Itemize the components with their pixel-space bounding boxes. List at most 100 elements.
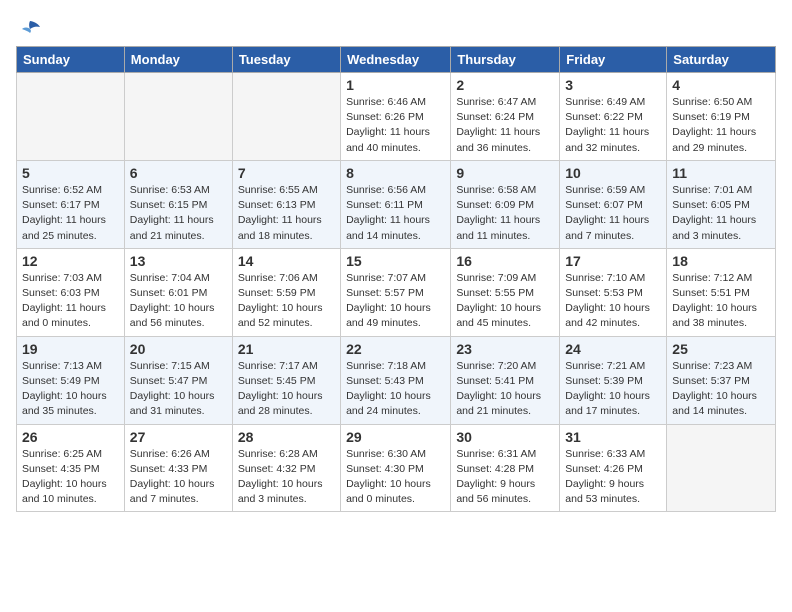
calendar-day-cell: 17 Sunrise: 7:10 AM Sunset: 5:53 PM Dayli… bbox=[560, 248, 667, 336]
calendar-day-cell: 23 Sunrise: 7:20 AM Sunset: 5:41 PM Dayli… bbox=[451, 336, 560, 424]
day-info: Sunrise: 6:25 AM Sunset: 4:35 PM Dayligh… bbox=[22, 447, 119, 508]
day-info: Sunrise: 7:15 AM Sunset: 5:47 PM Dayligh… bbox=[130, 359, 227, 420]
logo bbox=[16, 16, 42, 40]
day-of-week-header: Tuesday bbox=[232, 47, 340, 73]
calendar-day-cell: 8 Sunrise: 6:56 AM Sunset: 6:11 PM Daylig… bbox=[341, 160, 451, 248]
day-info: Sunrise: 6:30 AM Sunset: 4:30 PM Dayligh… bbox=[346, 447, 445, 508]
day-number: 11 bbox=[672, 165, 770, 181]
calendar-day-cell: 13 Sunrise: 7:04 AM Sunset: 6:01 PM Dayli… bbox=[124, 248, 232, 336]
day-info: Sunrise: 7:18 AM Sunset: 5:43 PM Dayligh… bbox=[346, 359, 445, 420]
day-of-week-header: Sunday bbox=[17, 47, 125, 73]
calendar-table: SundayMondayTuesdayWednesdayThursdayFrid… bbox=[16, 46, 776, 512]
day-info: Sunrise: 7:17 AM Sunset: 5:45 PM Dayligh… bbox=[238, 359, 335, 420]
day-info: Sunrise: 6:26 AM Sunset: 4:33 PM Dayligh… bbox=[130, 447, 227, 508]
calendar-day-cell bbox=[667, 424, 776, 512]
day-of-week-header: Saturday bbox=[667, 47, 776, 73]
day-number: 9 bbox=[456, 165, 554, 181]
day-number: 13 bbox=[130, 253, 227, 269]
calendar-day-cell: 25 Sunrise: 7:23 AM Sunset: 5:37 PM Dayli… bbox=[667, 336, 776, 424]
day-info: Sunrise: 6:47 AM Sunset: 6:24 PM Dayligh… bbox=[456, 95, 554, 156]
calendar-week-row: 5 Sunrise: 6:52 AM Sunset: 6:17 PM Daylig… bbox=[17, 160, 776, 248]
calendar-day-cell: 29Sunrise: 6:30 AM Sunset: 4:30 PM Dayli… bbox=[341, 424, 451, 512]
day-number: 18 bbox=[672, 253, 770, 269]
day-info: Sunrise: 7:13 AM Sunset: 5:49 PM Dayligh… bbox=[22, 359, 119, 420]
day-number: 24 bbox=[565, 341, 661, 357]
day-number: 8 bbox=[346, 165, 445, 181]
day-number: 16 bbox=[456, 253, 554, 269]
day-number: 1 bbox=[346, 77, 445, 93]
calendar-day-cell: 27 Sunrise: 6:26 AM Sunset: 4:33 PM Dayli… bbox=[124, 424, 232, 512]
day-info: Sunrise: 7:04 AM Sunset: 6:01 PM Dayligh… bbox=[130, 271, 227, 332]
day-number: 3 bbox=[565, 77, 661, 93]
day-info: Sunrise: 6:52 AM Sunset: 6:17 PM Dayligh… bbox=[22, 183, 119, 244]
calendar-day-cell: 15Sunrise: 7:07 AM Sunset: 5:57 PM Dayli… bbox=[341, 248, 451, 336]
day-of-week-header: Thursday bbox=[451, 47, 560, 73]
day-info: Sunrise: 7:06 AM Sunset: 5:59 PM Dayligh… bbox=[238, 271, 335, 332]
calendar-day-cell: 14 Sunrise: 7:06 AM Sunset: 5:59 PM Dayli… bbox=[232, 248, 340, 336]
day-of-week-header: Friday bbox=[560, 47, 667, 73]
day-number: 25 bbox=[672, 341, 770, 357]
day-number: 6 bbox=[130, 165, 227, 181]
calendar-day-cell bbox=[17, 73, 125, 161]
calendar-day-cell: 3 Sunrise: 6:49 AM Sunset: 6:22 PM Daylig… bbox=[560, 73, 667, 161]
day-number: 26 bbox=[22, 429, 119, 445]
day-number: 5 bbox=[22, 165, 119, 181]
day-number: 10 bbox=[565, 165, 661, 181]
calendar-day-cell: 31Sunrise: 6:33 AM Sunset: 4:26 PM Dayli… bbox=[560, 424, 667, 512]
calendar-week-row: 19 Sunrise: 7:13 AM Sunset: 5:49 PM Dayli… bbox=[17, 336, 776, 424]
day-info: Sunrise: 6:50 AM Sunset: 6:19 PM Dayligh… bbox=[672, 95, 770, 156]
day-number: 21 bbox=[238, 341, 335, 357]
day-of-week-header: Wednesday bbox=[341, 47, 451, 73]
calendar-day-cell: 5 Sunrise: 6:52 AM Sunset: 6:17 PM Daylig… bbox=[17, 160, 125, 248]
day-info: Sunrise: 6:56 AM Sunset: 6:11 PM Dayligh… bbox=[346, 183, 445, 244]
day-number: 4 bbox=[672, 77, 770, 93]
calendar-day-cell: 7 Sunrise: 6:55 AM Sunset: 6:13 PM Daylig… bbox=[232, 160, 340, 248]
day-info: Sunrise: 6:31 AM Sunset: 4:28 PM Dayligh… bbox=[456, 447, 554, 508]
day-info: Sunrise: 7:10 AM Sunset: 5:53 PM Dayligh… bbox=[565, 271, 661, 332]
day-number: 19 bbox=[22, 341, 119, 357]
calendar-day-cell: 21 Sunrise: 7:17 AM Sunset: 5:45 PM Dayli… bbox=[232, 336, 340, 424]
calendar-day-cell: 6Sunrise: 6:53 AM Sunset: 6:15 PM Daylig… bbox=[124, 160, 232, 248]
calendar-week-row: 12 Sunrise: 7:03 AM Sunset: 6:03 PM Dayli… bbox=[17, 248, 776, 336]
calendar-day-cell: 2 Sunrise: 6:47 AM Sunset: 6:24 PM Daylig… bbox=[451, 73, 560, 161]
day-info: Sunrise: 7:21 AM Sunset: 5:39 PM Dayligh… bbox=[565, 359, 661, 420]
day-info: Sunrise: 6:49 AM Sunset: 6:22 PM Dayligh… bbox=[565, 95, 661, 156]
day-number: 28 bbox=[238, 429, 335, 445]
calendar-day-cell: 24 Sunrise: 7:21 AM Sunset: 5:39 PM Dayli… bbox=[560, 336, 667, 424]
day-info: Sunrise: 6:28 AM Sunset: 4:32 PM Dayligh… bbox=[238, 447, 335, 508]
calendar-day-cell: 1 Sunrise: 6:46 AM Sunset: 6:26 PM Daylig… bbox=[341, 73, 451, 161]
day-info: Sunrise: 7:23 AM Sunset: 5:37 PM Dayligh… bbox=[672, 359, 770, 420]
calendar-header-row: SundayMondayTuesdayWednesdayThursdayFrid… bbox=[17, 47, 776, 73]
calendar-day-cell: 12 Sunrise: 7:03 AM Sunset: 6:03 PM Dayli… bbox=[17, 248, 125, 336]
day-info: Sunrise: 6:46 AM Sunset: 6:26 PM Dayligh… bbox=[346, 95, 445, 156]
day-number: 2 bbox=[456, 77, 554, 93]
day-info: Sunrise: 6:55 AM Sunset: 6:13 PM Dayligh… bbox=[238, 183, 335, 244]
day-number: 23 bbox=[456, 341, 554, 357]
calendar-day-cell: 4 Sunrise: 6:50 AM Sunset: 6:19 PM Daylig… bbox=[667, 73, 776, 161]
day-info: Sunrise: 7:12 AM Sunset: 5:51 PM Dayligh… bbox=[672, 271, 770, 332]
day-info: Sunrise: 7:03 AM Sunset: 6:03 PM Dayligh… bbox=[22, 271, 119, 332]
calendar-week-row: 26 Sunrise: 6:25 AM Sunset: 4:35 PM Dayli… bbox=[17, 424, 776, 512]
calendar-day-cell: 20Sunrise: 7:15 AM Sunset: 5:47 PM Dayli… bbox=[124, 336, 232, 424]
calendar-day-cell bbox=[124, 73, 232, 161]
day-info: Sunrise: 7:09 AM Sunset: 5:55 PM Dayligh… bbox=[456, 271, 554, 332]
day-info: Sunrise: 7:01 AM Sunset: 6:05 PM Dayligh… bbox=[672, 183, 770, 244]
day-info: Sunrise: 7:20 AM Sunset: 5:41 PM Dayligh… bbox=[456, 359, 554, 420]
day-info: Sunrise: 6:59 AM Sunset: 6:07 PM Dayligh… bbox=[565, 183, 661, 244]
calendar-day-cell: 22Sunrise: 7:18 AM Sunset: 5:43 PM Dayli… bbox=[341, 336, 451, 424]
page-header bbox=[16, 16, 776, 40]
calendar-day-cell bbox=[232, 73, 340, 161]
day-number: 27 bbox=[130, 429, 227, 445]
calendar-day-cell: 18 Sunrise: 7:12 AM Sunset: 5:51 PM Dayli… bbox=[667, 248, 776, 336]
day-number: 14 bbox=[238, 253, 335, 269]
day-number: 7 bbox=[238, 165, 335, 181]
day-info: Sunrise: 7:07 AM Sunset: 5:57 PM Dayligh… bbox=[346, 271, 445, 332]
day-info: Sunrise: 6:58 AM Sunset: 6:09 PM Dayligh… bbox=[456, 183, 554, 244]
calendar-day-cell: 19 Sunrise: 7:13 AM Sunset: 5:49 PM Dayli… bbox=[17, 336, 125, 424]
day-number: 17 bbox=[565, 253, 661, 269]
logo-bird-icon bbox=[18, 16, 42, 40]
day-number: 12 bbox=[22, 253, 119, 269]
day-info: Sunrise: 6:33 AM Sunset: 4:26 PM Dayligh… bbox=[565, 447, 661, 508]
calendar-day-cell: 11 Sunrise: 7:01 AM Sunset: 6:05 PM Dayli… bbox=[667, 160, 776, 248]
calendar-day-cell: 26 Sunrise: 6:25 AM Sunset: 4:35 PM Dayli… bbox=[17, 424, 125, 512]
